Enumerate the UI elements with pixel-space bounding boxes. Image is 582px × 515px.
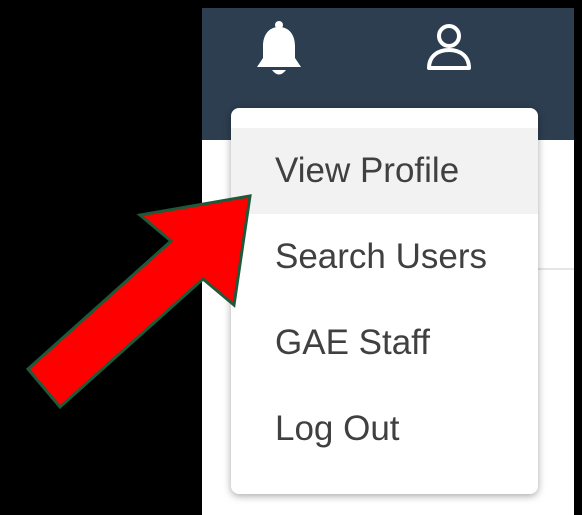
red-arrow-annotation [25,194,252,410]
